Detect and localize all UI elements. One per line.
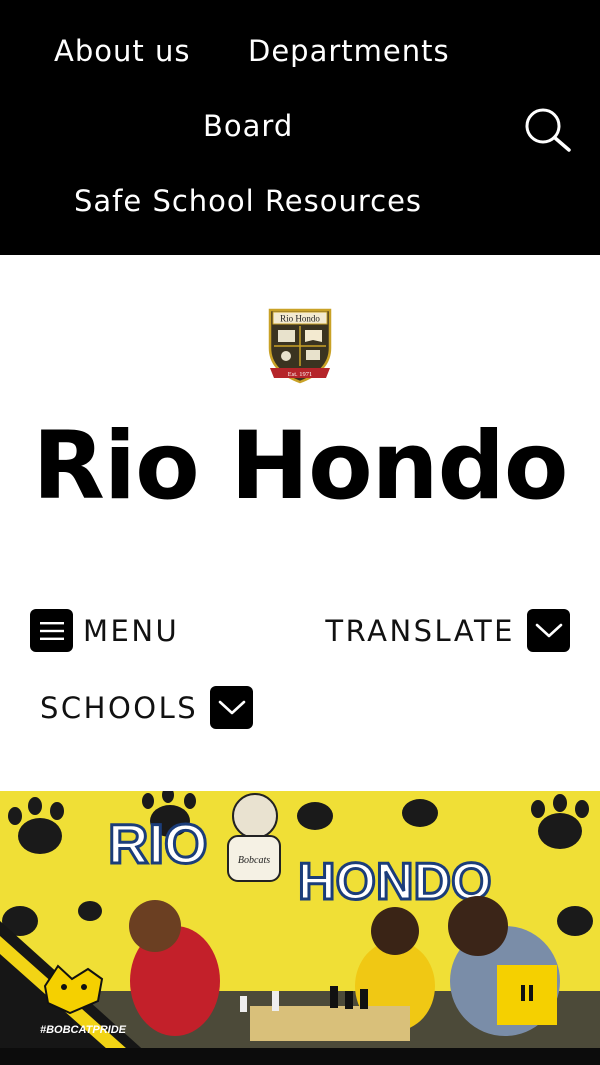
menu-button[interactable]: MENU — [30, 609, 179, 652]
hero-hashtag: #BOBCATPRIDE — [40, 1024, 127, 1036]
nav-item-board[interactable]: Board — [203, 109, 293, 143]
chevron-down-icon — [527, 609, 570, 652]
pause-button[interactable] — [497, 965, 557, 1025]
crest-banner-text: Rio Hondo — [280, 314, 320, 324]
search-icon — [525, 108, 571, 152]
translate-button[interactable]: TRANSLATE — [325, 609, 570, 652]
chevron-down-icon — [210, 686, 254, 729]
search-button[interactable] — [520, 104, 574, 154]
translate-label: TRANSLATE — [325, 613, 515, 648]
nav-item-about-us[interactable]: About us — [54, 34, 190, 68]
site-title[interactable]: Rio Hondo — [0, 412, 600, 521]
top-navigation: About us Departments Board Safe School R… — [0, 0, 600, 255]
menu-label: MENU — [83, 613, 180, 648]
mascot-tag: Bobcats — [238, 855, 270, 866]
pause-icon — [519, 984, 535, 1006]
hero-bottom-bar — [0, 1048, 600, 1065]
schools-label: SCHOOLS — [40, 690, 199, 725]
nav-item-safe-school-resources[interactable]: Safe School Resources — [74, 184, 422, 218]
district-crest-logo[interactable]: Rio Hondo Est. 1971 — [266, 306, 334, 386]
bobcat-mascot-icon: Bobcats — [227, 793, 281, 882]
hero-headline-rio: RIO — [108, 812, 208, 875]
hamburger-icon — [30, 609, 73, 652]
schools-dropdown[interactable]: SCHOOLS — [40, 686, 254, 729]
nav-item-departments[interactable]: Departments — [248, 34, 450, 68]
crest-ribbon-text: Est. 1971 — [288, 371, 313, 378]
